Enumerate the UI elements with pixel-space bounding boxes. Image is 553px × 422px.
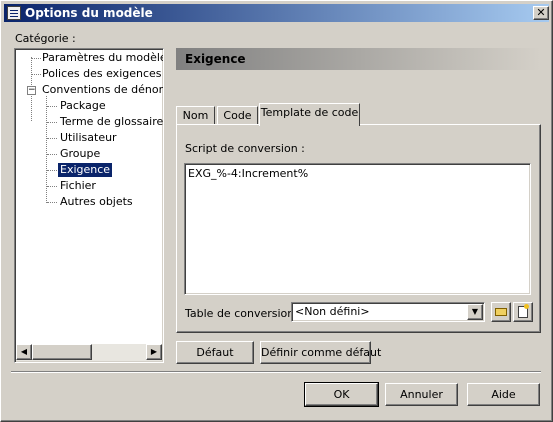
title-bar[interactable]: Options du modèle ✕ <box>4 4 549 22</box>
tab-template-de-code[interactable]: Template de code <box>259 103 360 126</box>
set-default-button[interactable]: Définir comme défaut <box>260 341 381 364</box>
separator <box>11 371 541 373</box>
conversion-script-textarea[interactable]: EXG_%-4:Increment% <box>184 163 531 295</box>
tree-guide <box>32 74 41 75</box>
chevron-down-icon[interactable]: ▼ <box>467 304 483 320</box>
script-label: Script de conversion : <box>185 142 305 155</box>
tree-guide <box>47 106 57 107</box>
properties-icon <box>518 304 529 318</box>
help-button[interactable]: Aide <box>467 383 540 406</box>
tree-guide <box>47 202 57 203</box>
tree-guide <box>47 154 57 155</box>
tree-item-conventions[interactable]: Conventions de dénomina <box>42 83 163 97</box>
tree-item-fichier[interactable]: Fichier <box>60 179 96 193</box>
tree-guide <box>47 186 57 187</box>
tree-item-package[interactable]: Package <box>60 99 106 113</box>
default-button[interactable]: Défaut <box>176 341 254 364</box>
scroll-left-icon[interactable]: ◀ <box>16 344 32 360</box>
conversion-table-value: <Non défini> <box>295 305 370 318</box>
tree-item-groupe[interactable]: Groupe <box>60 147 100 161</box>
conversion-table-label: Table de conversion : <box>185 307 302 320</box>
options-dialog: Options du modèle ✕ Catégorie : Paramètr… <box>0 0 553 422</box>
tree-item-parametres[interactable]: Paramètres du modèle <box>42 51 163 65</box>
tab-nom[interactable]: Nom <box>176 106 215 125</box>
conversion-table-select[interactable]: <Non défini> ▼ <box>291 302 485 322</box>
app-icon <box>7 6 21 20</box>
tree-guide <box>47 170 57 171</box>
properties-button[interactable] <box>513 302 533 322</box>
tree-guide <box>47 138 57 139</box>
collapse-icon[interactable]: − <box>27 86 36 95</box>
tree-item-exigence[interactable]: Exigence <box>58 163 113 177</box>
scroll-thumb[interactable] <box>32 344 92 360</box>
tree-item-polices[interactable]: Polices des exigences <box>42 67 162 81</box>
window-title: Options du modèle <box>25 6 153 20</box>
browse-button[interactable] <box>491 302 511 322</box>
tree-item-autres-objets[interactable]: Autres objets <box>60 195 133 209</box>
scroll-right-icon[interactable]: ▶ <box>146 344 162 360</box>
tab-code[interactable]: Code <box>217 106 258 125</box>
cancel-button[interactable]: Annuler <box>385 383 458 406</box>
tree-horizontal-scrollbar[interactable]: ◀ ▶ <box>16 344 162 361</box>
tree-guide <box>47 122 57 123</box>
section-header: Exigence <box>176 48 541 70</box>
category-label: Catégorie : <box>15 32 76 45</box>
tree-item-terme-glossaire[interactable]: Terme de glossaire <box>60 115 163 129</box>
ok-button[interactable]: OK <box>304 382 379 407</box>
tree-item-utilisateur[interactable]: Utilisateur <box>60 131 117 145</box>
folder-icon <box>495 308 507 316</box>
close-button[interactable]: ✕ <box>533 6 549 20</box>
tree-guide <box>32 58 41 59</box>
category-tree[interactable]: Paramètres du modèle Polices des exigenc… <box>14 48 164 363</box>
